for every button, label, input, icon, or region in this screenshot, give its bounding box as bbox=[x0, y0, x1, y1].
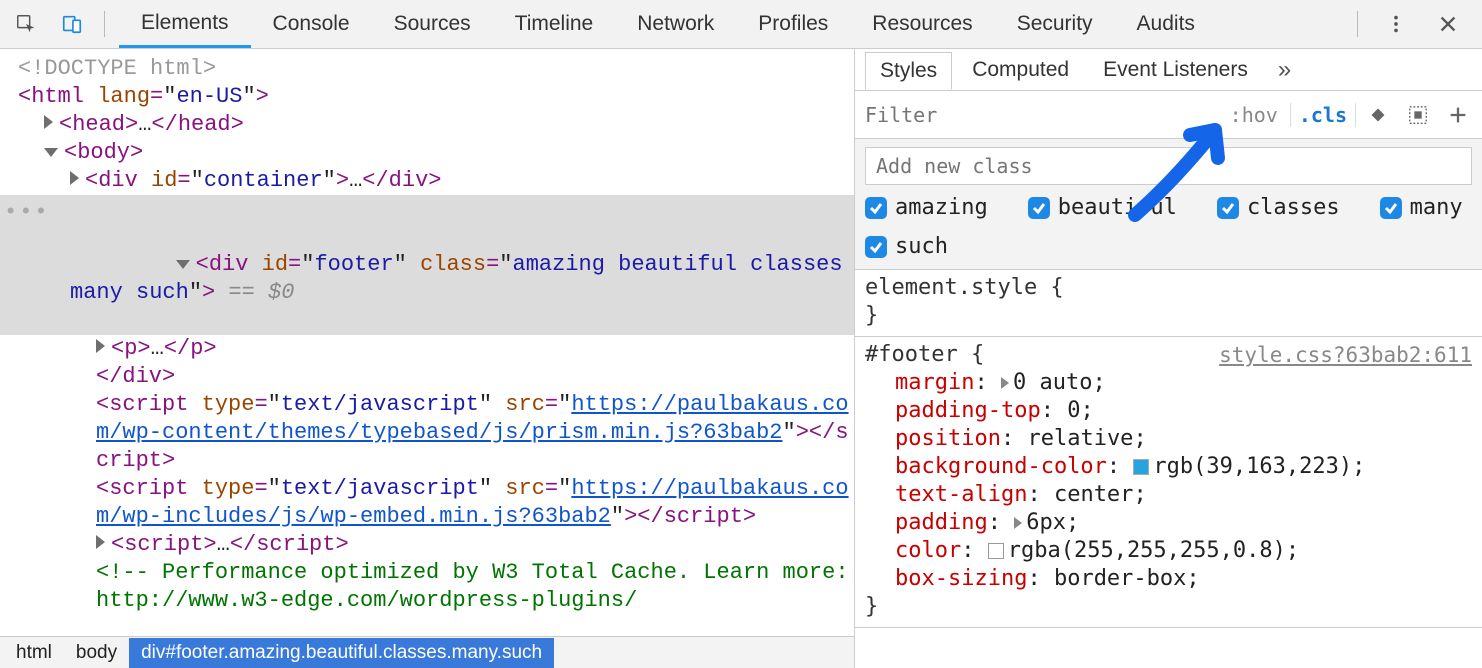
panel-tabs: Elements Console Sources Timeline Networ… bbox=[119, 0, 1347, 48]
expand-triangle-icon[interactable] bbox=[1001, 377, 1009, 389]
selected-dom-node[interactable]: ••• <div id="footer" class="amazing beau… bbox=[0, 195, 854, 335]
class-toggle[interactable]: many bbox=[1380, 195, 1463, 220]
tab-timeline[interactable]: Timeline bbox=[493, 0, 616, 48]
devtools-toolbar: Elements Console Sources Timeline Networ… bbox=[0, 0, 1482, 49]
cls-toggle[interactable]: .cls bbox=[1290, 103, 1356, 127]
doctype: <!DOCTYPE html> bbox=[18, 56, 216, 81]
class-toggle[interactable]: amazing bbox=[865, 195, 988, 220]
css-declaration[interactable]: padding-top: 0; bbox=[865, 397, 1472, 425]
css-declaration[interactable]: text-align: center; bbox=[865, 481, 1472, 509]
expand-arrow-icon[interactable] bbox=[96, 339, 105, 353]
element-style-rule[interactable]: element.style { } bbox=[855, 270, 1482, 337]
checkbox-icon[interactable] bbox=[865, 236, 887, 258]
add-rule-icon[interactable] bbox=[1440, 104, 1476, 126]
kebab-menu-icon[interactable] bbox=[1374, 4, 1418, 44]
class-toggle[interactable]: such bbox=[865, 234, 948, 259]
class-name: classes bbox=[1247, 195, 1340, 220]
subtab-styles[interactable]: Styles bbox=[865, 52, 952, 90]
subtab-computed[interactable]: Computed bbox=[958, 52, 1083, 88]
filter-input[interactable] bbox=[865, 103, 1218, 127]
gutter-ellipsis-icon: ••• bbox=[4, 199, 50, 227]
class-name: many bbox=[1410, 195, 1463, 220]
inspect-icon[interactable] bbox=[4, 4, 48, 44]
breadcrumb-item[interactable]: body bbox=[64, 638, 129, 668]
tab-resources[interactable]: Resources bbox=[850, 0, 994, 48]
css-declaration[interactable]: margin: 0 auto; bbox=[865, 369, 1472, 397]
styles-subtabs: Styles Computed Event Listeners » bbox=[855, 49, 1482, 91]
class-name: such bbox=[895, 234, 948, 259]
css-declaration[interactable]: position: relative; bbox=[865, 425, 1472, 453]
tab-sources[interactable]: Sources bbox=[372, 0, 493, 48]
class-toggle[interactable]: classes bbox=[1217, 195, 1340, 220]
html-comment: <!-- Performance optimized by W3 Total C… bbox=[18, 559, 854, 615]
collapse-arrow-icon[interactable] bbox=[176, 260, 190, 269]
checkbox-icon[interactable] bbox=[1380, 197, 1402, 219]
breadcrumb: html body div#footer.amazing.beautiful.c… bbox=[0, 636, 854, 668]
class-toggle[interactable]: beautiful bbox=[1028, 195, 1177, 220]
css-declaration[interactable]: box-sizing: border-box; bbox=[865, 565, 1472, 593]
tab-profiles[interactable]: Profiles bbox=[736, 0, 850, 48]
dom-tree[interactable]: <!DOCTYPE html> <html lang="en-US"> <hea… bbox=[0, 49, 854, 636]
tab-network[interactable]: Network bbox=[615, 0, 736, 48]
close-icon[interactable] bbox=[1426, 4, 1470, 44]
device-toggle-icon[interactable] bbox=[50, 4, 94, 44]
checkbox-icon[interactable] bbox=[1028, 197, 1050, 219]
tab-security[interactable]: Security bbox=[995, 0, 1115, 48]
checkbox-icon[interactable] bbox=[1217, 197, 1239, 219]
margins-icon[interactable] bbox=[1400, 104, 1436, 126]
hov-toggle[interactable]: :hov bbox=[1222, 103, 1286, 127]
collapse-arrow-icon[interactable] bbox=[44, 148, 58, 157]
add-class-input[interactable] bbox=[865, 147, 1472, 185]
separator bbox=[1357, 11, 1358, 37]
class-name: beautiful bbox=[1058, 195, 1177, 220]
class-name: amazing bbox=[895, 195, 988, 220]
breadcrumb-item-selected[interactable]: div#footer.amazing.beautiful.classes.man… bbox=[129, 638, 554, 668]
breadcrumb-item[interactable]: html bbox=[4, 638, 64, 668]
css-rule[interactable]: #footer { style.css?63bab2:611 margin: 0… bbox=[855, 337, 1482, 628]
separator bbox=[104, 11, 105, 37]
tab-audits[interactable]: Audits bbox=[1115, 0, 1217, 48]
color-swatch[interactable] bbox=[1133, 459, 1149, 475]
css-declaration[interactable]: color: rgba(255,255,255,0.8); bbox=[865, 537, 1472, 565]
expand-arrow-icon[interactable] bbox=[70, 171, 79, 185]
expand-arrow-icon[interactable] bbox=[44, 115, 53, 129]
source-link[interactable]: style.css?63bab2:611 bbox=[1219, 341, 1472, 369]
expand-triangle-icon[interactable] bbox=[1014, 517, 1022, 529]
checkbox-icon[interactable] bbox=[865, 197, 887, 219]
expand-arrow-icon[interactable] bbox=[96, 535, 105, 549]
subtab-event-listeners[interactable]: Event Listeners bbox=[1089, 52, 1262, 88]
css-declaration[interactable]: background-color: rgb(39,163,223); bbox=[865, 453, 1472, 481]
tab-elements[interactable]: Elements bbox=[119, 0, 251, 48]
color-swatch[interactable] bbox=[988, 543, 1004, 559]
diamond-icon[interactable] bbox=[1360, 104, 1396, 126]
styles-toolbar: :hov .cls bbox=[855, 91, 1482, 139]
css-declaration[interactable]: padding: 6px; bbox=[865, 509, 1472, 537]
tab-console[interactable]: Console bbox=[251, 0, 372, 48]
class-editor: amazing beautiful classes many such bbox=[855, 139, 1482, 270]
more-tabs-icon[interactable]: » bbox=[1278, 56, 1291, 84]
